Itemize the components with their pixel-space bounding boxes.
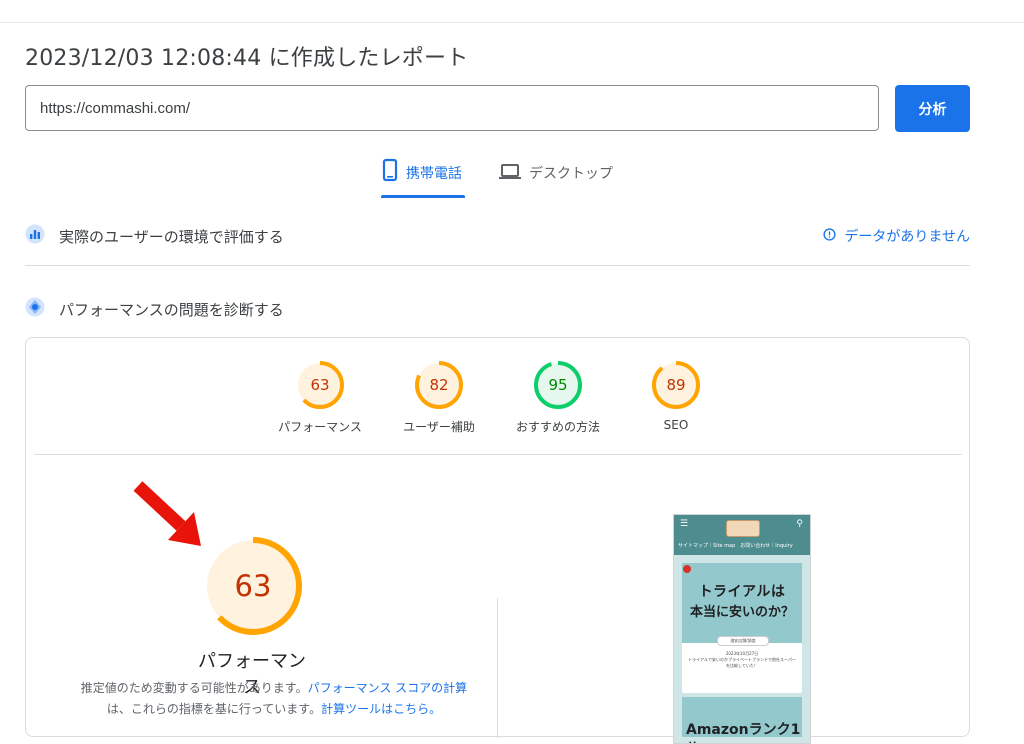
score-value: 82: [429, 376, 448, 394]
score-gauge-ring: 95: [534, 361, 582, 409]
desc-text-1: 推定値のため変動する可能性があります。: [80, 681, 308, 695]
laptop-icon: [499, 158, 521, 186]
calculator-link[interactable]: 計算ツールはこちら。: [321, 702, 441, 716]
desc-text-2: は、これらの指標を基に行っています。: [106, 702, 322, 716]
top-divider: [0, 22, 1024, 23]
main-score-value: 63: [235, 569, 272, 603]
score-gauge-ring: 89: [652, 361, 700, 409]
lab-data-title: パフォーマンスの問題を診断する: [59, 300, 284, 319]
lighthouse-icon: [25, 297, 45, 321]
score-label: ユーザー補助: [403, 420, 475, 434]
score-gauge-accessibility[interactable]: 82 ユーザー補助: [384, 360, 494, 435]
preview-excerpt-text: トライアルで安いのかプライベートブランドで他社スーパーを比較していた！: [688, 657, 796, 668]
no-data-link[interactable]: データがありません: [823, 226, 970, 246]
score-value: 95: [548, 376, 567, 394]
tab-selected-indicator: [381, 195, 465, 198]
score-description: 推定値のため変動する可能性があります。パフォーマンス スコアの計算 は、これらの…: [44, 678, 504, 720]
search-icon: ⚲: [796, 519, 803, 529]
tab-desktop-label: デスクトップ: [529, 166, 613, 182]
preview-tag: 激安店舗/調査: [717, 636, 769, 646]
field-data-title: 実際のユーザーの環境で評価する: [59, 227, 284, 246]
preview-excerpt: 2023年10月27日 トライアルで安いのかプライベートブランドで他社スーパーを…: [688, 651, 796, 669]
score-label: パフォーマンス: [278, 420, 362, 434]
info-icon: [823, 227, 836, 245]
tab-mobile[interactable]: 携帯電話: [381, 158, 465, 198]
preview-article-card: トライアルは 本当に安いのか？ 激安店舗/調査 2023年10月27日 トライア…: [682, 563, 802, 693]
preview-headline-1: トライアルは: [698, 584, 786, 600]
tab-desktop[interactable]: デスクトップ: [499, 158, 613, 198]
score-label: おすすめの方法: [515, 420, 600, 434]
score-gauge-ring: 63: [296, 361, 344, 409]
smartphone-icon: [382, 158, 398, 186]
score-gauge-ring: 82: [415, 361, 463, 409]
main-performance-gauge[interactable]: 63: [202, 535, 304, 637]
preview-header: ☰ ⚲ サイトマップ｜Site map お問い合わせ｜Inquiry: [674, 515, 810, 555]
menu-icon: ☰: [680, 519, 689, 529]
tab-mobile-label: 携帯電話: [406, 166, 462, 182]
score-gauge-seo[interactable]: 89 SEO: [621, 360, 731, 432]
score-calculation-link[interactable]: パフォーマンス スコアの計算: [308, 681, 468, 695]
lab-data-section: パフォーマンスの問題を診断する: [25, 297, 970, 321]
analyze-button[interactable]: 分析: [895, 85, 970, 132]
score-value: 63: [310, 376, 329, 394]
preview-article-card-2: Amazonランク1位: [682, 697, 802, 743]
report-title: 2023/12/03 12:08:44 に作成したレポート: [25, 46, 469, 71]
preview-badge: [683, 565, 691, 573]
page-screenshot-preview: ☰ ⚲ サイトマップ｜Site map お問い合わせ｜Inquiry トライアル…: [673, 514, 811, 744]
score-gauge-best-practices[interactable]: 95 おすすめの方法: [503, 360, 613, 435]
score-gauge-performance[interactable]: 63 パフォーマンス: [265, 360, 375, 435]
card-divider: [34, 454, 962, 455]
score-value: 89: [666, 376, 685, 394]
score-label: SEO: [663, 418, 689, 432]
users-chart-icon: [25, 224, 45, 248]
preview-nav: サイトマップ｜Site map お問い合わせ｜Inquiry: [678, 543, 793, 549]
field-data-section: 実際のユーザーの環境で評価する データがありません: [25, 224, 970, 248]
url-input[interactable]: [25, 85, 879, 131]
no-data-label: データがありません: [844, 229, 970, 245]
vertical-divider: [497, 598, 498, 738]
preview-logo: [726, 520, 760, 537]
scores-card: 63 パフォーマンス 82 ユーザー補助 95 おすすめの方法 89 SEO 6…: [25, 337, 970, 744]
section-divider: [25, 265, 970, 266]
preview-headline-2: 本当に安いのか？: [689, 605, 794, 620]
